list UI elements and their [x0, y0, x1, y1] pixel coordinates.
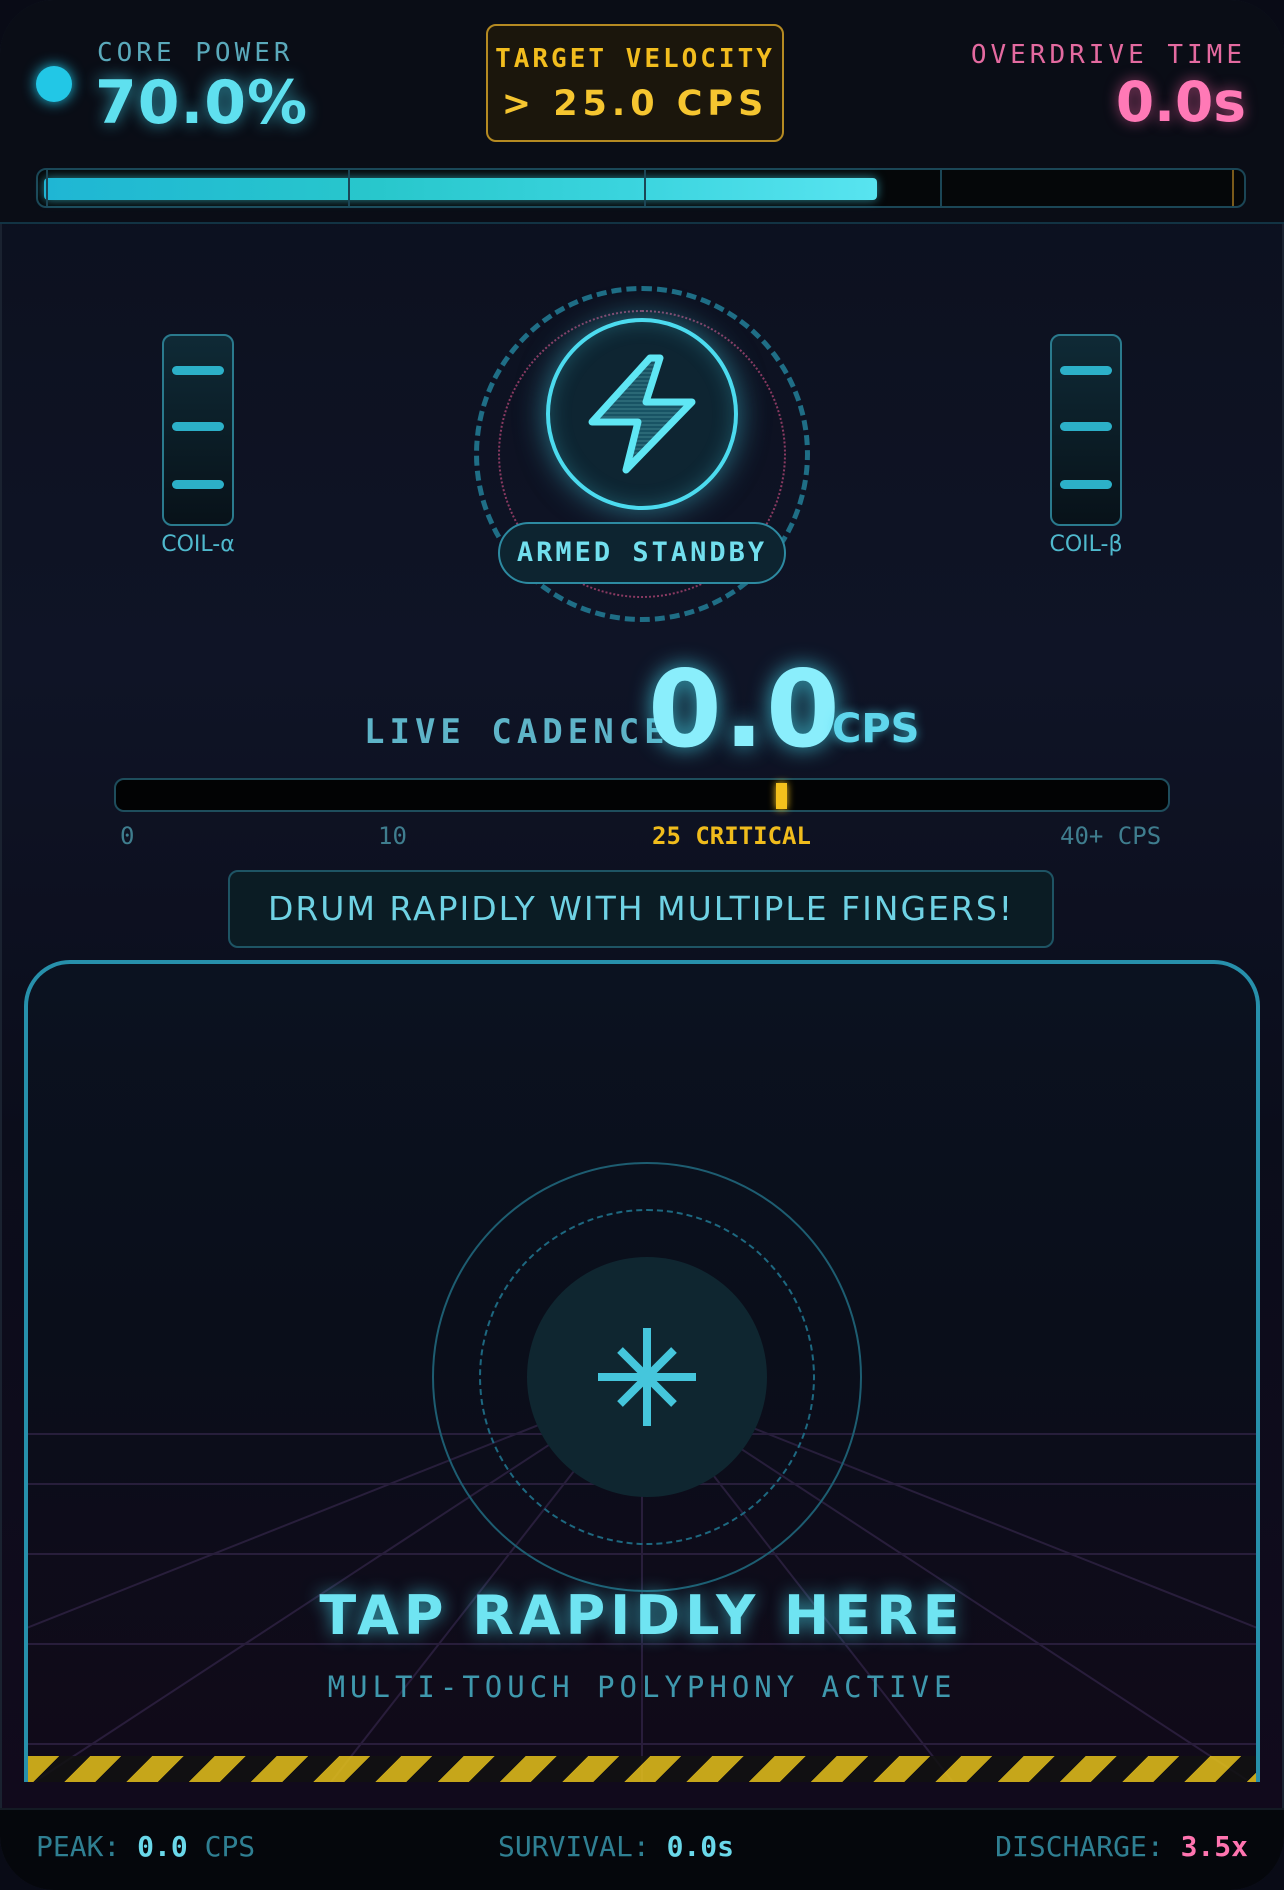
core-power-fill — [44, 178, 877, 200]
core-bar-tick — [46, 170, 48, 206]
coil-segment — [172, 480, 224, 489]
live-cadence-label: LIVE CADENCE — [364, 712, 670, 752]
discharge-stat: DISCHARGE: 3.5x — [995, 1830, 1248, 1863]
survival-value: 0.0s — [666, 1830, 735, 1863]
core-bar-tick — [1232, 170, 1234, 206]
tap-zone-title: TAP RAPIDLY HERE — [319, 1584, 965, 1647]
instruction-banner: DRUM RAPIDLY WITH MULTIPLE FINGERS! — [228, 870, 1054, 948]
cadence-meter — [114, 778, 1170, 812]
status-header: CORE POWER 70.0% TARGET VELOCITY > 25.0 … — [0, 0, 1284, 224]
app-frame: CORE POWER 70.0% TARGET VELOCITY > 25.0 … — [0, 0, 1284, 1890]
peak-value: 0.0 — [137, 1830, 188, 1863]
overdrive-time-label: OVERDRIVE TIME — [970, 40, 1246, 70]
lightning-bolt-icon — [588, 354, 696, 474]
core-bar-tick — [940, 170, 942, 206]
live-cadence-unit: CPS — [832, 706, 920, 752]
coil-segment — [172, 366, 224, 375]
tap-zone-subtitle: MULTI-TOUCH POLYPHONY ACTIVE — [327, 1670, 957, 1704]
coil-alpha — [162, 334, 234, 526]
coil-segment — [172, 422, 224, 431]
scale-label-10: 10 — [378, 822, 407, 850]
peak-stat: PEAK: 0.0 CPS — [36, 1830, 255, 1863]
hazard-stripe — [28, 1756, 1256, 1782]
survival-label: SURVIVAL: — [498, 1830, 650, 1863]
coil-segment — [1060, 366, 1112, 375]
coil-alpha-label: COIL-α — [161, 532, 235, 557]
tap-zone[interactable]: TAP RAPIDLY HERE MULTI-TOUCH POLYPHONY A… — [24, 960, 1260, 1782]
scale-label-min: 0 — [120, 822, 135, 850]
target-velocity-value: > 25.0 CPS — [501, 84, 769, 124]
scale-label-critical: 25 CRITICAL — [652, 822, 811, 850]
reactor-status-badge: ARMED STANDBY — [498, 522, 786, 584]
coil-beta-label: COIL-β — [1049, 532, 1123, 557]
core-power-value: 70.0% — [95, 68, 309, 138]
core-status-indicator — [36, 66, 72, 102]
core-bar-tick — [644, 170, 646, 206]
target-velocity-box: TARGET VELOCITY > 25.0 CPS — [486, 24, 784, 142]
scale-label-max: 40+ CPS — [1060, 822, 1162, 850]
coil-segment — [1060, 422, 1112, 431]
core-bar-tick — [348, 170, 350, 206]
asterisk-icon — [598, 1328, 696, 1426]
core-power-label: CORE POWER — [97, 38, 294, 68]
discharge-label: DISCHARGE: — [995, 1830, 1164, 1863]
critical-threshold-marker — [776, 783, 787, 809]
coil-beta — [1050, 334, 1122, 526]
target-velocity-label: TARGET VELOCITY — [495, 44, 775, 74]
discharge-value: 3.5x — [1180, 1830, 1248, 1863]
peak-unit: CPS — [204, 1830, 256, 1863]
live-cadence-value: 0.0 — [648, 648, 842, 771]
stats-footer: PEAK: 0.0 CPS SURVIVAL: 0.0s DISCHARGE: … — [0, 1808, 1284, 1890]
core-power-bar — [36, 168, 1246, 208]
coil-segment — [1060, 480, 1112, 489]
survival-stat: SURVIVAL: 0.0s — [498, 1830, 734, 1863]
peak-label: PEAK: — [36, 1830, 121, 1863]
overdrive-time-value: 0.0s — [1115, 70, 1246, 134]
